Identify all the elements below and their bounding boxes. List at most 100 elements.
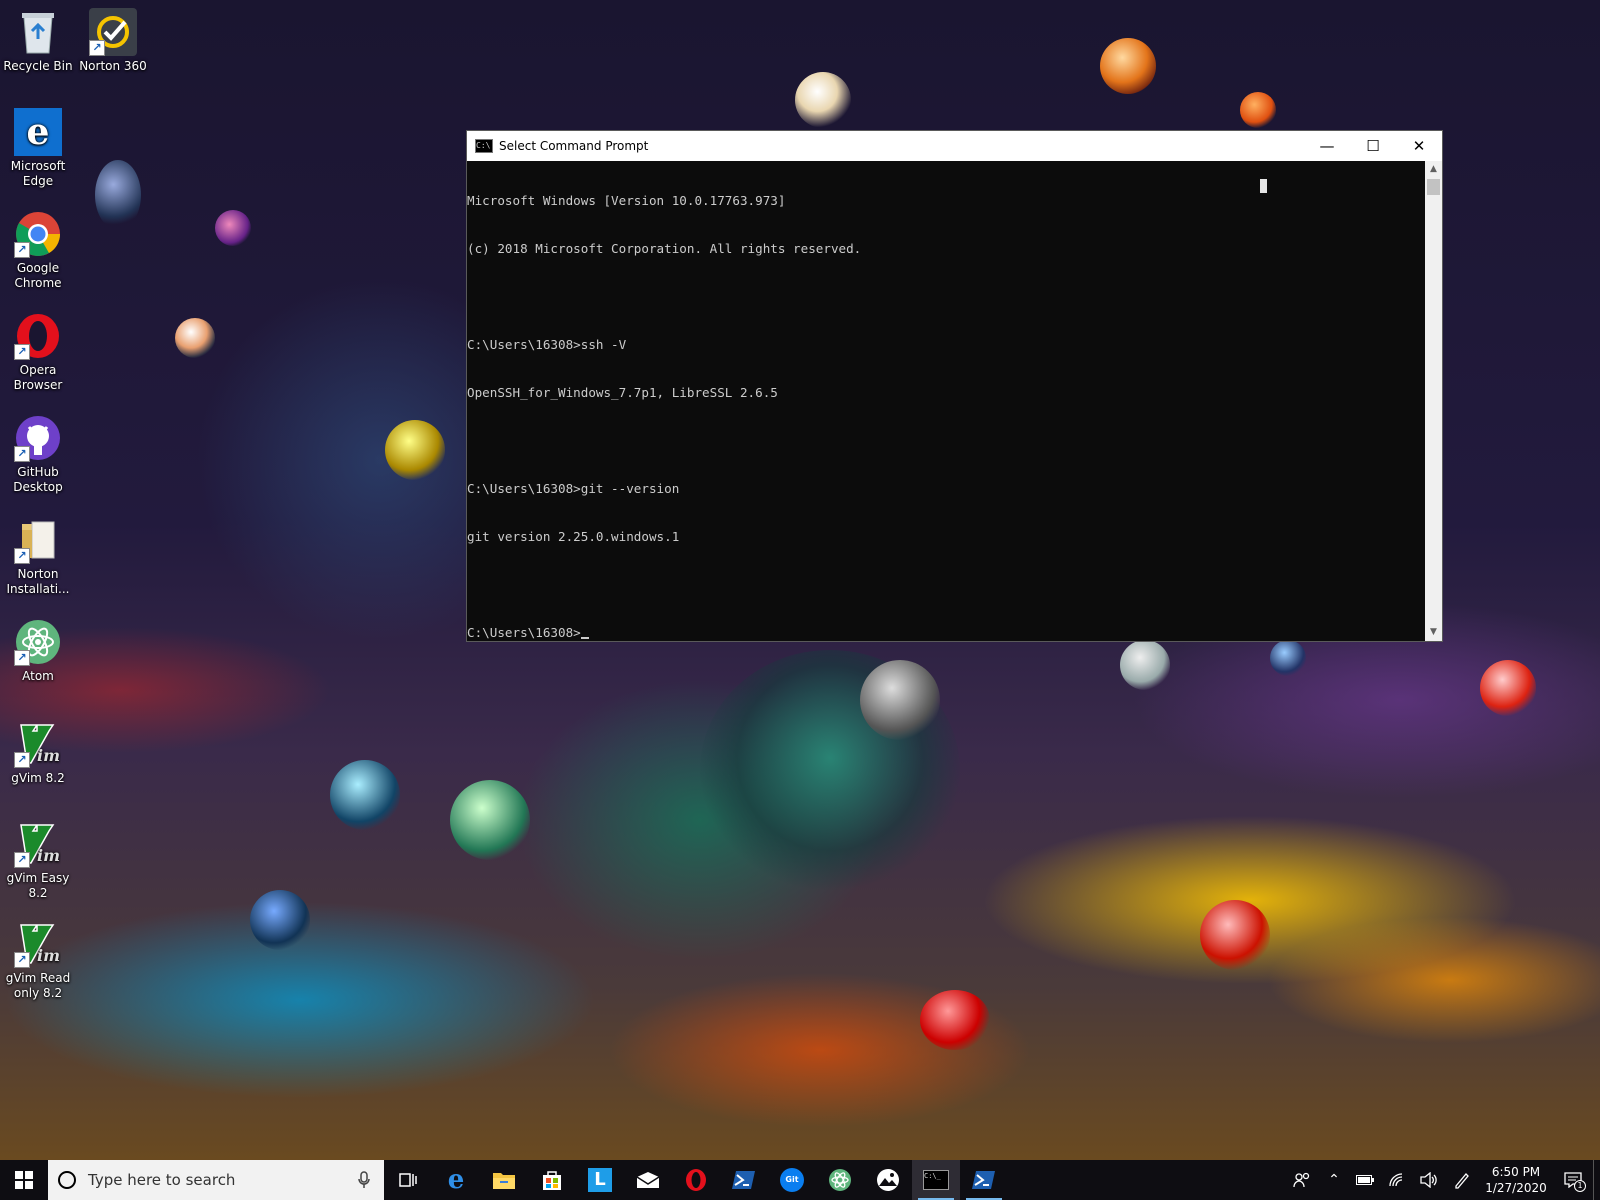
desktop-icon-label: gVim Read only 8.2 [5, 971, 71, 1000]
task-view-icon [399, 1173, 417, 1187]
file-explorer-icon [493, 1173, 515, 1189]
microphone-icon[interactable] [358, 1171, 370, 1189]
taskbar: Type here to search e L Git C:\_ ⌃ 6:50 … [0, 1160, 1600, 1200]
command-prompt-window[interactable]: C:\ Select Command Prompt — ☐ ✕ Microsof… [466, 130, 1443, 642]
console-line: C:\Users\16308>ssh -V [467, 337, 627, 352]
desktop-icon-label: Norton 360 [79, 59, 147, 73]
desktop-icon-label: gVim 8.2 [11, 771, 65, 785]
taskbar-app-atom[interactable] [816, 1160, 864, 1200]
svg-text:im: im [37, 746, 60, 765]
volume-button[interactable] [1413, 1160, 1445, 1200]
vertical-scrollbar[interactable]: ▲ ▼ [1425, 161, 1442, 641]
shortcut-arrow-icon: ↗ [14, 548, 30, 564]
desktop-icon-norton-installation[interactable]: ↗ Norton Installati... [0, 516, 76, 597]
console-line: (c) 2018 Microsoft Corporation. All righ… [467, 241, 862, 256]
console-line: OpenSSH_for_Windows_7.7p1, LibreSSL 2.6.… [467, 385, 778, 400]
photos-icon [877, 1169, 899, 1191]
mail-icon [636, 1172, 660, 1188]
console-output[interactable]: Microsoft Windows [Version 10.0.17763.97… [467, 161, 1425, 641]
taskbar-app-store[interactable] [528, 1160, 576, 1200]
shortcut-arrow-icon: ↗ [14, 650, 30, 666]
desktop-icon-microsoft-edge[interactable]: e Microsoft Edge [0, 108, 76, 189]
maximize-button[interactable]: ☐ [1350, 131, 1396, 161]
folder-icon: ↗ [14, 516, 62, 564]
shortcut-arrow-icon: ↗ [14, 446, 30, 462]
desktop-icon-label: GitHub Desktop [13, 465, 63, 494]
shortcut-arrow-icon: ↗ [14, 242, 30, 258]
desktop-icon-norton-360[interactable]: ↗ Norton 360 [75, 8, 151, 74]
pen-icon [1455, 1173, 1469, 1189]
edge-icon: e [447, 1165, 465, 1195]
task-view-button[interactable] [384, 1160, 432, 1200]
windows-logo-icon [15, 1171, 33, 1189]
close-button[interactable]: ✕ [1396, 131, 1442, 161]
clock-date: 1/27/2020 [1485, 1181, 1547, 1195]
scroll-up-arrow-icon[interactable]: ▲ [1425, 161, 1442, 178]
github-icon: ↗ [14, 414, 62, 462]
chrome-icon: ↗ [14, 210, 62, 258]
show-desktop-button[interactable] [1593, 1160, 1600, 1200]
console-prompt-line: C:\Users\16308> [467, 625, 1425, 641]
opera-icon: ↗ [14, 312, 62, 360]
taskbar-app-powershell[interactable] [720, 1160, 768, 1200]
vim-icon: im ↗ [14, 920, 62, 968]
atom-icon [829, 1169, 851, 1191]
battery-button[interactable] [1349, 1160, 1381, 1200]
action-center-button[interactable]: 1 [1553, 1160, 1593, 1200]
start-button[interactable] [0, 1160, 48, 1200]
taskbar-app-opera[interactable] [672, 1160, 720, 1200]
chevron-up-icon: ⌃ [1328, 1172, 1340, 1188]
l-app-icon: L [588, 1168, 612, 1192]
opera-icon [686, 1169, 706, 1191]
desktop-icon-opera-browser[interactable]: ↗ Opera Browser [0, 312, 76, 393]
desktop-icon-github-desktop[interactable]: ↗ GitHub Desktop [0, 414, 76, 495]
svg-text:im: im [37, 846, 60, 865]
maximize-icon: ☐ [1366, 137, 1380, 155]
pen-workspace-button[interactable] [1445, 1160, 1479, 1200]
taskbar-app-command-prompt[interactable]: C:\_ [912, 1160, 960, 1200]
taskbar-app-mail[interactable] [624, 1160, 672, 1200]
window-title: Select Command Prompt [499, 139, 649, 153]
shortcut-arrow-icon: ↗ [14, 344, 30, 360]
powershell-icon [972, 1171, 995, 1189]
command-prompt-icon: C:\ [475, 139, 493, 153]
taskbar-app-powershell-running[interactable] [960, 1160, 1008, 1200]
powershell-icon [732, 1171, 755, 1189]
people-button[interactable] [1285, 1160, 1319, 1200]
minimize-button[interactable]: — [1304, 131, 1350, 161]
taskbar-app-edge[interactable]: e [432, 1160, 480, 1200]
window-titlebar[interactable]: C:\ Select Command Prompt — ☐ ✕ [467, 131, 1442, 161]
desktop-icon-recycle-bin[interactable]: Recycle Bin [0, 8, 76, 74]
desktop-icon-gvim-read-only[interactable]: im ↗ gVim Read only 8.2 [0, 920, 76, 1001]
notification-count-badge: 1 [1574, 1180, 1586, 1192]
desktop-icon-gvim[interactable]: im ↗ gVim 8.2 [0, 720, 76, 786]
scrollbar-thumb[interactable] [1427, 179, 1440, 195]
network-button[interactable] [1381, 1160, 1413, 1200]
system-clock[interactable]: 6:50 PM 1/27/2020 [1479, 1164, 1553, 1196]
taskbar-app-file-explorer[interactable] [480, 1160, 528, 1200]
show-hidden-icons-button[interactable]: ⌃ [1319, 1160, 1349, 1200]
shortcut-arrow-icon: ↗ [89, 40, 105, 56]
desktop-icon-gvim-easy[interactable]: im ↗ gVim Easy 8.2 [0, 820, 76, 901]
git-icon: Git [780, 1168, 804, 1192]
volume-icon [1420, 1172, 1437, 1188]
desktop-icon-atom[interactable]: ↗ Atom [0, 618, 76, 684]
taskbar-app-l[interactable]: L [576, 1160, 624, 1200]
svg-text:im: im [37, 946, 60, 965]
wifi-icon [1389, 1173, 1403, 1187]
desktop-icon-google-chrome[interactable]: ↗ Google Chrome [0, 210, 76, 291]
taskbar-app-git[interactable]: Git [768, 1160, 816, 1200]
taskbar-app-photos[interactable] [864, 1160, 912, 1200]
desktop-icon-label: Opera Browser [13, 363, 63, 392]
recycle-bin-icon [14, 8, 62, 56]
battery-icon [1356, 1175, 1374, 1185]
taskbar-search-box[interactable]: Type here to search [48, 1160, 384, 1200]
scroll-down-arrow-icon[interactable]: ▼ [1425, 624, 1442, 641]
close-icon: ✕ [1412, 137, 1426, 155]
console-line: Microsoft Windows [Version 10.0.17763.97… [467, 193, 786, 208]
shortcut-arrow-icon: ↗ [14, 952, 30, 968]
desktop-icon-label: gVim Easy 8.2 [6, 871, 70, 900]
desktop-icon-label: Norton Installati... [6, 567, 70, 596]
